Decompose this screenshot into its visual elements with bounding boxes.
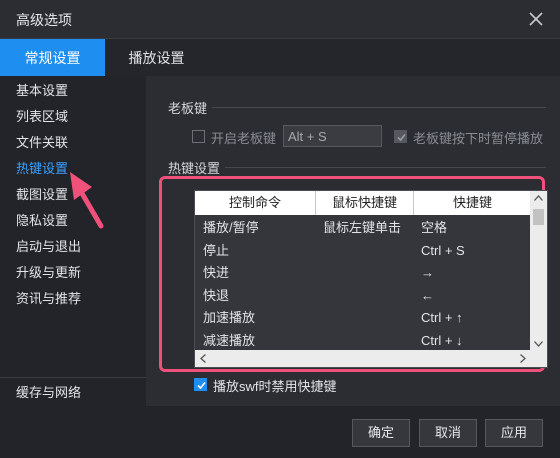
cancel-button[interactable]: 取消 bbox=[419, 419, 477, 447]
key-cell: Ctrl + ↑ bbox=[421, 310, 463, 325]
sidebar-item-hotkeys[interactable]: 热键设置 bbox=[0, 156, 146, 182]
key-cell: 空格 bbox=[421, 220, 448, 235]
key-cell: → bbox=[421, 265, 434, 280]
section-divider bbox=[225, 167, 546, 168]
column-header-key[interactable]: 快捷键 bbox=[413, 191, 531, 215]
scroll-right-icon[interactable] bbox=[520, 354, 526, 363]
tab-general-settings[interactable]: 常规设置 bbox=[0, 39, 105, 77]
table-row[interactable]: 快进 → bbox=[195, 262, 531, 285]
dialog-footer: 确定 取消 应用 bbox=[0, 406, 560, 458]
command-cell: 快进 bbox=[203, 265, 230, 280]
sidebar-item-upgrade[interactable]: 升级与更新 bbox=[0, 260, 146, 286]
column-header-command[interactable]: 控制命令 bbox=[195, 191, 315, 215]
table-row[interactable]: 停止 Ctrl + S bbox=[195, 240, 531, 263]
command-cell: 播放/暂停 bbox=[203, 220, 259, 235]
command-cell: 快退 bbox=[203, 287, 230, 303]
close-icon[interactable] bbox=[526, 9, 546, 29]
key-cell: Ctrl + S bbox=[421, 242, 465, 258]
enable-boss-key-checkbox[interactable] bbox=[192, 130, 205, 143]
vertical-scrollbar[interactable] bbox=[530, 191, 547, 351]
disable-hotkeys-swf-label: 播放swf时禁用快捷键 bbox=[213, 379, 337, 394]
tab-playback-settings[interactable]: 播放设置 bbox=[105, 39, 208, 77]
sidebar-divider bbox=[0, 377, 146, 378]
horizontal-scrollbar[interactable] bbox=[195, 350, 531, 367]
tab-bar: 常规设置 播放设置 bbox=[0, 38, 560, 77]
sidebar-item-startup-exit[interactable]: 启动与退出 bbox=[0, 234, 146, 260]
sidebar-item-cache-network[interactable]: 缓存与网络 bbox=[0, 380, 146, 406]
table-header: 控制命令 鼠标快捷键 快捷键 bbox=[195, 191, 531, 215]
boss-key-input[interactable] bbox=[283, 125, 382, 147]
command-cell: 停止 bbox=[203, 242, 230, 258]
boss-key-section-title: 老板键 bbox=[168, 101, 208, 116]
hotkey-table: 控制命令 鼠标快捷键 快捷键 播放/暂停 鼠标左键单击 空格 停止 Ctrl +… bbox=[194, 190, 548, 368]
sidebar: 基本设置 列表区域 文件关联 热键设置 截图设置 隐私设置 启动与退出 升级与更… bbox=[0, 76, 146, 406]
enable-boss-key-label: 开启老板键 bbox=[211, 131, 277, 146]
disable-hotkeys-swf-checkbox[interactable] bbox=[194, 378, 207, 391]
scrollbar-thumb[interactable] bbox=[533, 209, 544, 225]
scroll-left-icon[interactable] bbox=[200, 354, 206, 363]
window-title: 高级选项 bbox=[16, 12, 72, 28]
pause-on-boss-key-label: 老板键按下时暂停播放 bbox=[413, 131, 544, 146]
command-cell: 减速播放 bbox=[203, 332, 256, 348]
table-row[interactable]: 减速播放 Ctrl + ↓ bbox=[195, 330, 531, 353]
pause-on-boss-key-checkbox[interactable] bbox=[394, 130, 407, 143]
apply-button[interactable]: 应用 bbox=[485, 419, 543, 447]
sidebar-item-privacy[interactable]: 隐私设置 bbox=[0, 208, 146, 234]
sidebar-item-file-association[interactable]: 文件关联 bbox=[0, 130, 146, 156]
sidebar-item-list-area[interactable]: 列表区域 bbox=[0, 104, 146, 130]
sidebar-item-basic[interactable]: 基本设置 bbox=[0, 78, 146, 104]
ok-button[interactable]: 确定 bbox=[352, 419, 410, 447]
mouse-cell: 鼠标左键单击 bbox=[323, 220, 402, 235]
table-row[interactable]: 播放/暂停 鼠标左键单击 空格 bbox=[195, 217, 531, 240]
key-cell: ← bbox=[421, 287, 434, 303]
sidebar-item-news[interactable]: 资讯与推荐 bbox=[0, 286, 146, 312]
scroll-up-icon[interactable] bbox=[534, 195, 543, 201]
scrollbar-corner bbox=[530, 350, 547, 367]
title-bar: 高级选项 bbox=[0, 0, 560, 38]
table-row[interactable]: 快退 ← bbox=[195, 285, 531, 308]
command-cell: 加速播放 bbox=[203, 310, 256, 325]
content-panel: 老板键 开启老板键 老板键按下时暂停播放 热键设置 控制命令 鼠标快捷键 快捷键… bbox=[146, 76, 560, 406]
key-cell: Ctrl + ↓ bbox=[421, 332, 463, 348]
sidebar-item-screenshot[interactable]: 截图设置 bbox=[0, 182, 146, 208]
column-header-mouse[interactable]: 鼠标快捷键 bbox=[315, 191, 413, 215]
section-divider bbox=[212, 107, 546, 108]
hotkey-section-title: 热键设置 bbox=[168, 161, 221, 176]
scroll-down-icon[interactable] bbox=[534, 341, 543, 347]
table-row[interactable]: 加速播放 Ctrl + ↑ bbox=[195, 307, 531, 330]
